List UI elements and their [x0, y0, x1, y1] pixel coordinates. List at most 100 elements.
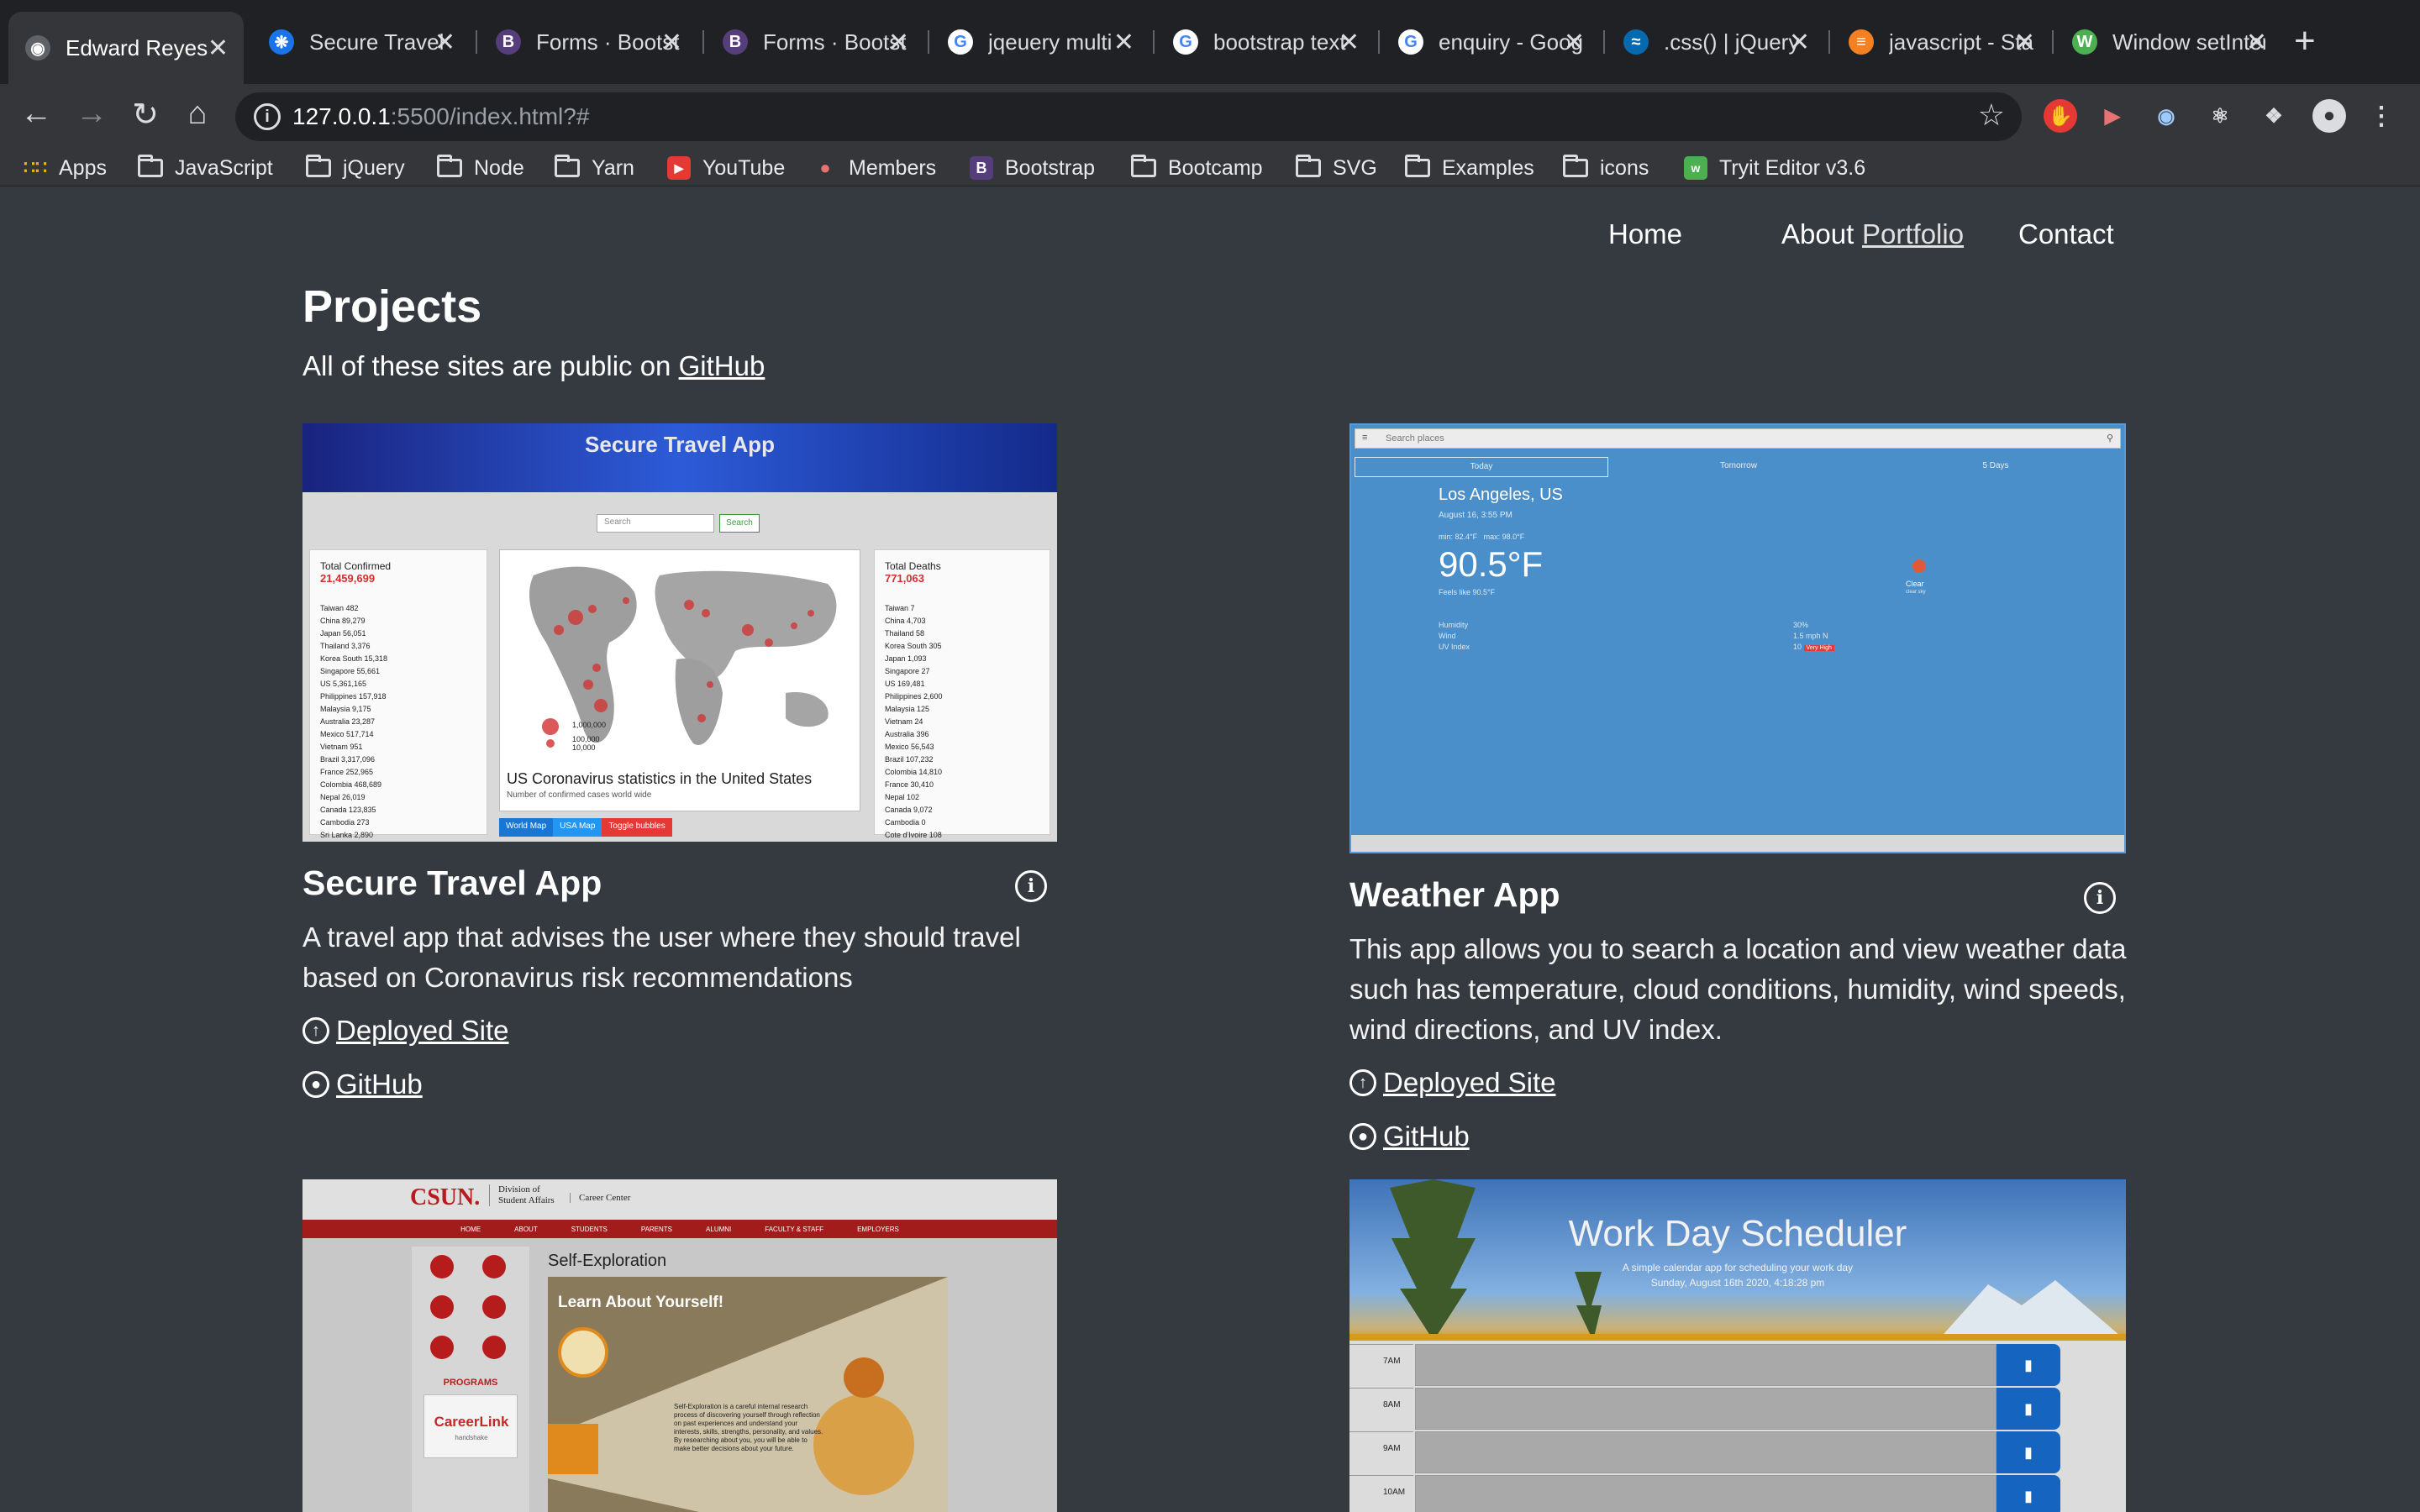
close-icon[interactable]: ✕ [1339, 28, 1360, 57]
country-stat: Canada 123,835 [320, 806, 376, 814]
country-stat: Nepal 26,019 [320, 793, 366, 801]
tab-8[interactable]: ≈ .css() | jQuery ✕ [1607, 12, 1825, 72]
youtube-icon: ▶ [667, 156, 691, 180]
back-icon[interactable]: ← [15, 96, 57, 132]
wx-temperature: 90.5°F [1439, 544, 1544, 584]
tab-2[interactable]: ❋ Secure Travel ✕ [252, 12, 471, 72]
close-icon[interactable]: ✕ [1789, 28, 1810, 57]
bookmark-label: jQuery [343, 155, 405, 180]
tab-10[interactable]: W Window setInterval✕ [2055, 12, 2282, 72]
nav-home-link[interactable]: Home [1608, 218, 1682, 250]
bookmark-examples[interactable]: Examples [1405, 150, 1534, 186]
folder-icon [1131, 155, 1156, 177]
close-icon[interactable]: ✕ [434, 28, 455, 57]
st-map-panel: 1,000,000 100,000 10,000 US Coronavirus … [499, 549, 860, 811]
close-icon[interactable]: ✕ [888, 28, 909, 57]
extensions-puzzle-icon[interactable]: ❖ [2257, 99, 2291, 133]
tab-6[interactable]: Gbootstrap text ✕ [1156, 12, 1375, 72]
country-stat: Sri Lanka 2,890 [320, 831, 374, 839]
tab-3[interactable]: B Forms · Bootstrap✕ [479, 12, 697, 72]
react-devtools-icon[interactable]: ⚛ [2203, 99, 2237, 133]
deployed-site-link[interactable]: ↑ Deployed Site [302, 1015, 508, 1047]
bookmark-label: icons [1600, 155, 1649, 180]
tab-5[interactable]: Gjqeuery multi ✕ [931, 12, 1150, 72]
st-deaths-panel: Total Deaths 771,063 Taiwan 7 China 4,703… [874, 549, 1050, 839]
close-icon[interactable]: ✕ [661, 28, 682, 57]
extension-circle-icon[interactable]: ◉ [2149, 99, 2183, 133]
country-stat: China 89,279 [320, 617, 366, 625]
bookmark-yarn[interactable]: Yarn [555, 150, 634, 186]
tab-9[interactable]: ≡ javascript - Stack✕ [1832, 12, 2050, 72]
tab-separator [476, 30, 477, 54]
sched-hour: 7AM [1349, 1344, 1413, 1386]
deployed-site-link[interactable]: ↑ Deployed Site [1349, 1067, 1555, 1099]
info-icon[interactable]: i [2084, 882, 2116, 914]
tab-7[interactable]: Genquiry - Google✕ [1381, 12, 1600, 72]
bookmark-bootcamp[interactable]: Bootcamp [1131, 150, 1263, 186]
scheduler-screenshot[interactable]: Work Day Scheduler A simple calendar app… [1349, 1179, 2126, 1512]
weather-app-screenshot[interactable]: ≡ Search places ⚲ Today Tomorrow 5 Days … [1349, 423, 2126, 853]
nav-about-link[interactable]: About [1781, 218, 1854, 250]
bookmark-icons[interactable]: icons [1563, 150, 1649, 186]
tab-1[interactable]: ◉ Edward Reyes ✕ [8, 12, 244, 84]
tab-title: Edward Reyes [66, 34, 208, 60]
st-deaths-label: Total Deaths [885, 560, 941, 572]
st-usa-map-button: USA Map [553, 818, 602, 837]
country-stat: Colombia 468,689 [320, 780, 382, 789]
tab-separator [702, 30, 704, 54]
home-icon[interactable]: ⌂ [176, 96, 218, 132]
subtitle-github-link[interactable]: GitHub [679, 350, 765, 381]
menu-kebab-icon[interactable]: ⋮ [2365, 99, 2398, 133]
extension-video-icon[interactable]: ▶ [2096, 99, 2129, 133]
github-link[interactable]: ● GitHub [1349, 1121, 1470, 1152]
site-info-icon[interactable]: i [254, 103, 281, 130]
country-stat: Korea South 305 [885, 642, 942, 650]
close-icon[interactable]: ✕ [208, 34, 229, 63]
bookmark-javascript[interactable]: JavaScript [138, 150, 273, 186]
nav-contact-link[interactable]: Contact [2018, 218, 2114, 250]
bookmark-label: Examples [1442, 155, 1534, 180]
tab-4[interactable]: B Forms · Bootstrap✕ [706, 12, 924, 72]
close-icon[interactable]: ✕ [1113, 28, 1134, 57]
close-icon[interactable]: ✕ [1564, 28, 1585, 57]
new-tab-button[interactable]: + [2294, 20, 2316, 62]
close-icon[interactable]: ✕ [2014, 28, 2035, 57]
desc-line: based on Coronavirus risk recommendation… [302, 962, 853, 993]
csun-division: Division of Student Affairs [489, 1184, 556, 1206]
tab-title: Forms · Bootstrap [536, 29, 681, 55]
secure-travel-screenshot[interactable]: Secure Travel App Search Search Total Co… [302, 423, 1057, 842]
st-legend-1m: 1,000,000 [572, 721, 607, 729]
wx-condition: Clear [1906, 580, 1924, 588]
bookmark-jquery[interactable]: jQuery [306, 150, 405, 186]
forward-icon[interactable]: → [71, 96, 113, 132]
portfolio-page: Home About Portfolio Contact Projects Al… [0, 186, 2420, 1512]
csun-screenshot[interactable]: CSUN. Division of Student Affairs Career… [302, 1179, 1057, 1512]
github-link[interactable]: ● GitHub [302, 1068, 423, 1100]
folder-icon [1563, 155, 1588, 177]
bookmark-members[interactable]: ● Members [813, 150, 936, 186]
st-confirmed-value: 21,459,699 [320, 572, 376, 585]
reload-icon[interactable]: ↻ [124, 96, 166, 134]
bookmark-node[interactable]: Node [437, 150, 524, 186]
close-icon[interactable]: ✕ [2246, 28, 2267, 57]
country-stat: US 5,361,165 [320, 680, 367, 688]
bookmark-tryit-editor-v3-6[interactable]: w Tryit Editor v3.6 [1684, 150, 1865, 186]
profile-avatar-icon[interactable]: ● [2312, 99, 2346, 133]
google-icon: G [948, 29, 973, 55]
bookmark-bootstrap[interactable]: B Bootstrap [970, 150, 1095, 186]
bookmark-apps[interactable]: ∷∷ Apps [24, 150, 107, 186]
csun-programs: PROGRAMS [443, 1378, 498, 1388]
bookmark-svg[interactable]: SVG [1296, 150, 1377, 186]
address-bar[interactable]: i 127.0.0.1:5500/index.html?# ☆ [235, 92, 2022, 141]
country-stat: Thailand 3,376 [320, 642, 371, 650]
country-stat: Korea South 15,318 [320, 654, 388, 663]
bookmark-label: Bootstrap [1005, 155, 1096, 180]
bookmark-star-icon[interactable]: ☆ [1978, 97, 2005, 133]
apps-grid-icon: ∷∷ [24, 157, 47, 178]
bookmark-youtube[interactable]: ▶ YouTube [667, 150, 785, 186]
nav-portfolio-link[interactable]: Portfolio [1862, 218, 1964, 250]
st-toggle-bubbles-button: Toggle bubbles [602, 818, 672, 837]
country-stat: Cote d'Ivoire 108 [885, 831, 942, 839]
info-icon[interactable]: i [1015, 870, 1047, 902]
extension-hand-icon[interactable]: ✋ [2044, 99, 2077, 133]
